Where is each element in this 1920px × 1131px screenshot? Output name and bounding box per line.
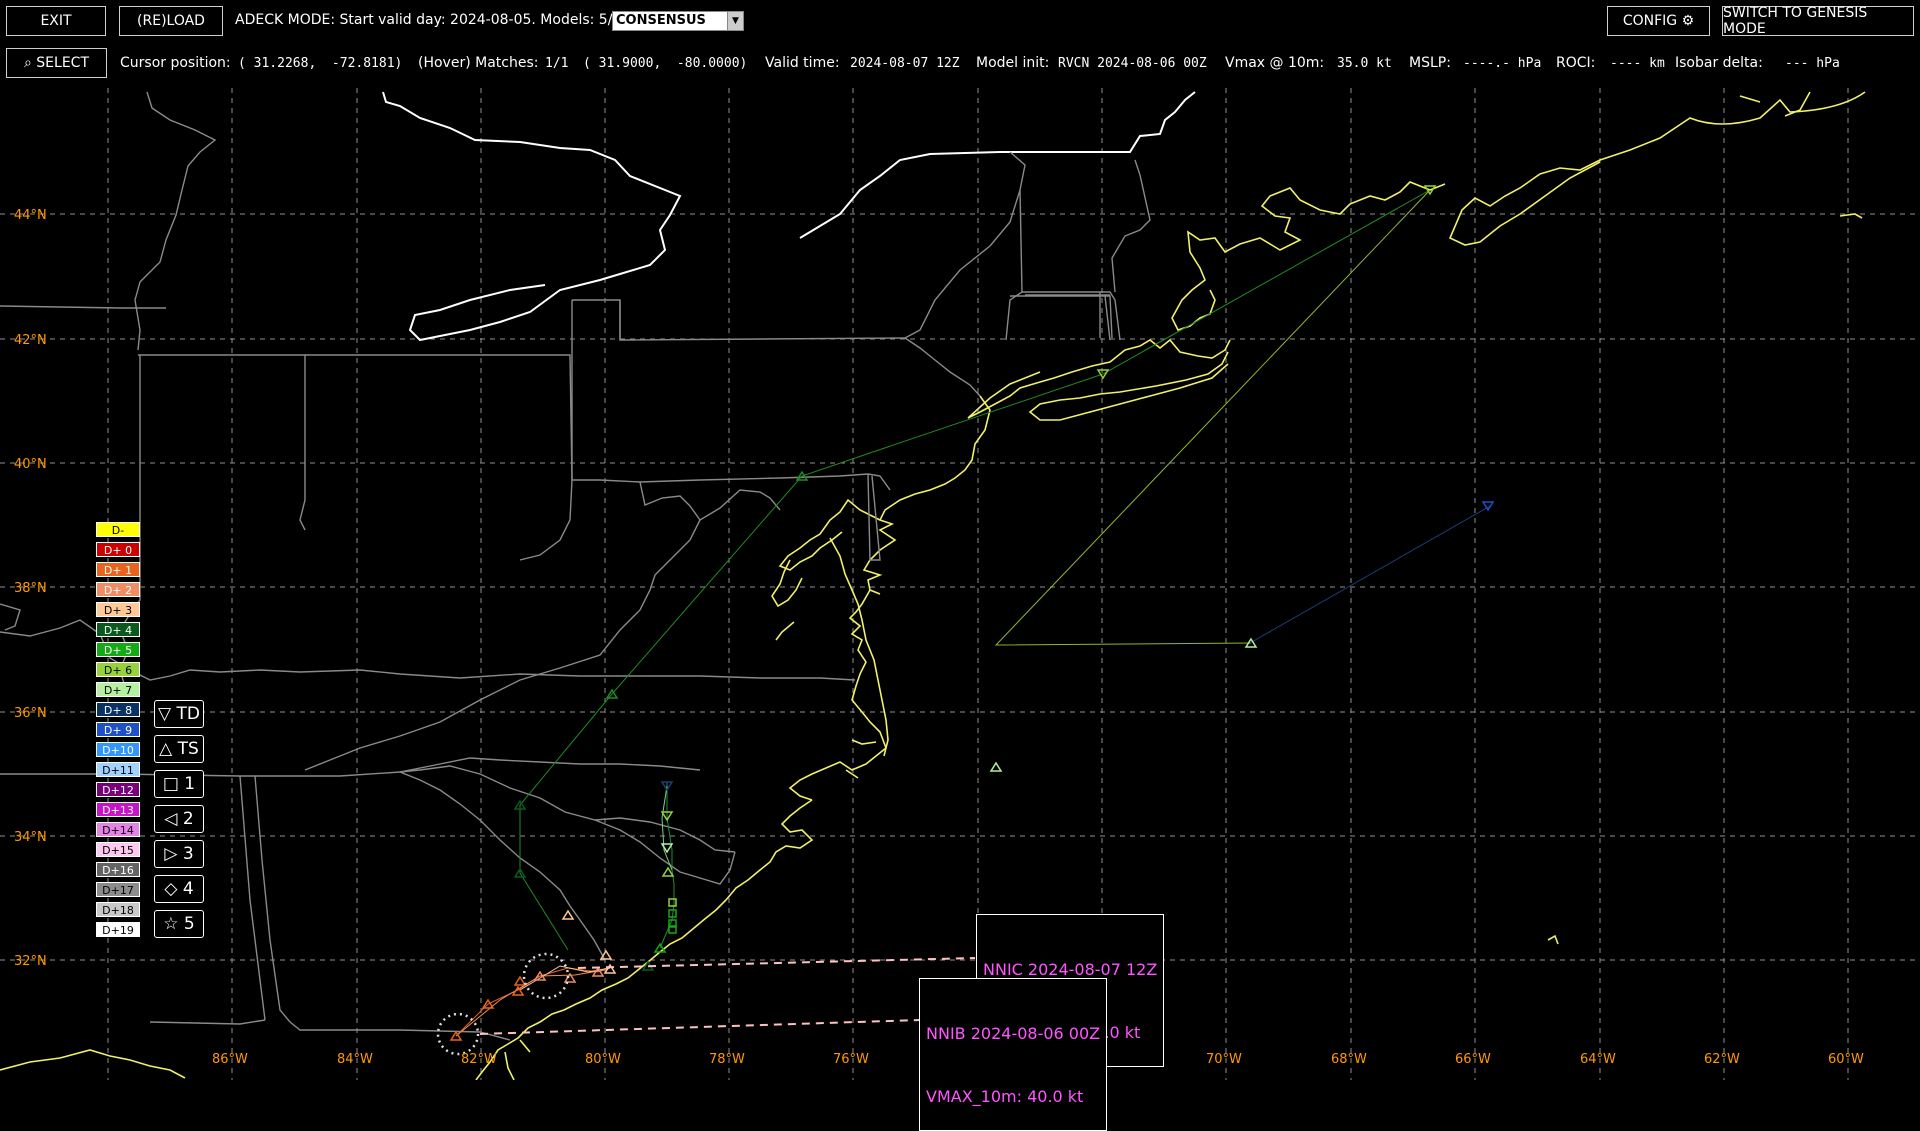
config-button[interactable]: CONFIG ⚙ xyxy=(1607,6,1710,36)
model-select[interactable]: CONSENSUS ▼ xyxy=(612,11,744,31)
roci-label: ROCI: xyxy=(1556,55,1596,71)
valid-time-label: Valid time: xyxy=(765,55,840,71)
legend-intensity-item: △ TS xyxy=(154,735,204,763)
lat-label: 34°N xyxy=(14,830,47,845)
legend-day-item: D+ 0 xyxy=(96,542,140,557)
legend-day-item: D+19 xyxy=(96,922,140,937)
legend-day-item: D+ 1 xyxy=(96,562,140,577)
tooltip-title: NNIB 2024-08-06 00Z xyxy=(926,1024,1101,1043)
lon-label: 66°W xyxy=(1455,1052,1491,1067)
lon-label: 76°W xyxy=(833,1052,869,1067)
lon-label: 78°W xyxy=(709,1052,745,1067)
tooltip-title: NNIC 2024-08-07 12Z xyxy=(983,960,1158,979)
lat-lon-grid xyxy=(0,88,1920,1080)
vmax-label: Vmax @ 10m: xyxy=(1225,55,1325,71)
cursor-position-label: Cursor position: xyxy=(120,55,231,71)
legend-day-item: D+17 xyxy=(96,882,140,897)
hover-matches-count: 1/1 xyxy=(545,56,569,71)
model-select-value: CONSENSUS xyxy=(616,13,706,28)
axis-labels: 44°N 42°N 40°N 38°N 36°N 34°N 32°N 86°W 84°W 82°W… xyxy=(14,208,1864,1067)
lon-label: 80°W xyxy=(585,1052,621,1067)
legend-day-item: D+ 7 xyxy=(96,682,140,697)
legend-intensity-item: ◇ 4 xyxy=(154,875,204,903)
lon-label: 82°W xyxy=(461,1052,497,1067)
lon-label: 62°W xyxy=(1704,1052,1740,1067)
legend-day-item: D+14 xyxy=(96,822,140,837)
legend-intensity-item: ▽ TD xyxy=(154,700,204,728)
legend-day-item: D+12 xyxy=(96,782,140,797)
lon-label: 60°W xyxy=(1828,1052,1864,1067)
legend-day-item: D+15 xyxy=(96,842,140,857)
isobar-delta-label: Isobar delta: xyxy=(1675,55,1763,71)
forecast-tracks xyxy=(455,189,1491,1037)
exit-button[interactable]: EXIT xyxy=(6,6,106,36)
hover-position-value: ( 31.9000, -80.0000) xyxy=(583,56,748,71)
mode-status-text: ADECK MODE: Start valid day: 2024-08-05.… xyxy=(235,12,631,28)
reload-button[interactable]: (RE)LOAD xyxy=(119,6,223,36)
vmax-value: 35.0 kt xyxy=(1337,56,1392,71)
lat-label: 38°N xyxy=(14,581,47,596)
lat-label: 36°N xyxy=(14,706,47,721)
mslp-value: ----.- hPa xyxy=(1463,56,1542,71)
legend-intensity-item: ◁ 2 xyxy=(154,805,204,833)
select-button[interactable]: ⌕ SELECT xyxy=(6,48,107,78)
legend-day-item: D+ 5 xyxy=(96,642,140,657)
legend-day-item: D+ 2 xyxy=(96,582,140,597)
track-tooltip-nnib: NNIB 2024-08-06 00Z VMAX_10m: 40.0 kt xyxy=(919,978,1108,1131)
legend-day-item: D- xyxy=(96,522,140,537)
lon-label: 84°W xyxy=(337,1052,373,1067)
legend-intensity-item: ▷ 3 xyxy=(154,840,204,868)
ts-marker xyxy=(989,761,1003,772)
map-canvas[interactable]: 44°N 42°N 40°N 38°N 36°N 34°N 32°N 86°W 84°W 82°W… xyxy=(0,88,1920,1080)
legend-day-item: D+13 xyxy=(96,802,140,817)
legend-day-item: D+16 xyxy=(96,862,140,877)
lat-label: 32°N xyxy=(14,954,47,969)
lon-label: 68°W xyxy=(1331,1052,1367,1067)
lat-label: 42°N xyxy=(14,333,47,348)
valid-time-value: 2024-08-07 12Z xyxy=(850,56,960,71)
legend-day-item: D+18 xyxy=(96,902,140,917)
legend-day-item: D+10 xyxy=(96,742,140,757)
lat-label: 44°N xyxy=(14,208,47,223)
chevron-down-icon[interactable]: ▼ xyxy=(727,12,743,30)
ts-marker xyxy=(561,909,575,920)
lat-label: 40°N xyxy=(14,457,47,472)
lon-label: 64°W xyxy=(1580,1052,1616,1067)
mslp-label: MSLP: xyxy=(1409,55,1451,71)
model-init-value: RVCN 2024-08-06 00Z xyxy=(1058,56,1207,71)
cursor-position-value: ( 31.2268, -72.8181) xyxy=(238,56,403,71)
coastline xyxy=(0,91,1866,1080)
track-markers xyxy=(436,185,1495,1056)
isobar-delta-value: --- hPa xyxy=(1785,56,1840,71)
legend-day-item: D+11 xyxy=(96,762,140,777)
lon-label: 86°W xyxy=(212,1052,248,1067)
legend-day-item: D+ 3 xyxy=(96,602,140,617)
model-init-label: Model init: xyxy=(976,55,1050,71)
switch-genesis-mode-button[interactable]: SWITCH TO GENESIS MODE xyxy=(1722,5,1914,37)
tooltip-vmax: VMAX_10m: 40.0 kt xyxy=(926,1087,1084,1106)
legend-day-item: D+ 8 xyxy=(96,702,140,717)
legend-day-item: D+ 6 xyxy=(96,662,140,677)
legend-intensity-item: ☆ 5 xyxy=(154,910,204,938)
lon-label: 70°W xyxy=(1206,1052,1242,1067)
legend-day-item: D+ 9 xyxy=(96,722,140,737)
hover-matches-label: (Hover) Matches: xyxy=(418,55,539,71)
legend-day-item: D+ 4 xyxy=(96,622,140,637)
roci-value: ---- km xyxy=(1610,56,1665,71)
legend-intensity-item: □ 1 xyxy=(154,770,204,798)
cat1-marker xyxy=(668,898,677,907)
country-border xyxy=(382,91,1196,342)
